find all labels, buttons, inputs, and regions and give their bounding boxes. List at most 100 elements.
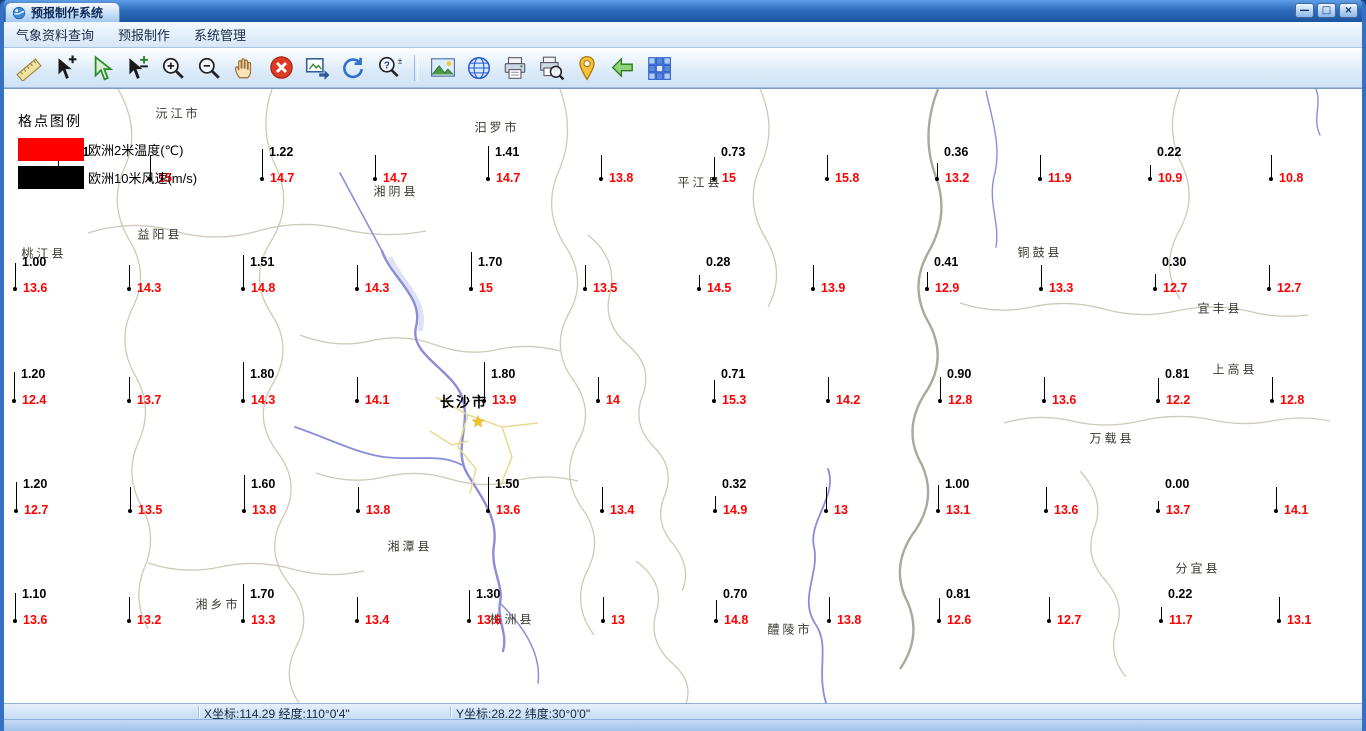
globe-icon[interactable] [462, 51, 496, 85]
temperature-label: 13.9 [821, 281, 846, 295]
temperature-label: 12.7 [1163, 281, 1188, 295]
station-dot [14, 509, 18, 513]
wind-barb [128, 377, 130, 401]
wind-speed-label: 1.22 [269, 145, 294, 159]
insert-image-icon[interactable] [426, 51, 460, 85]
wind-barb [1278, 597, 1280, 621]
svg-text:±: ± [398, 55, 402, 65]
wind-speed-label: 1.30 [476, 587, 501, 601]
temperature-label: 13.1 [1287, 613, 1312, 627]
temperature-label: 13.1 [946, 503, 971, 517]
statusbar-divider [450, 706, 452, 718]
station-dot [811, 287, 815, 291]
station-dot [467, 619, 471, 623]
legend-item-1: 欧洲2米温度(℃) [18, 138, 197, 161]
wind-speed-label: 0.73 [721, 145, 746, 159]
wind-barb [1271, 377, 1273, 401]
restore-button[interactable]: □ [1317, 3, 1336, 18]
wind-barb [470, 252, 472, 289]
temperature-label: 14.3 [365, 281, 390, 295]
grid-edit-icon[interactable] [642, 51, 676, 85]
wind-barb [356, 377, 358, 401]
station-dot [1159, 619, 1163, 623]
county-label: 平江县 [677, 175, 723, 190]
wind-speed-label: 1.10 [22, 587, 47, 601]
pan-icon[interactable] [228, 51, 262, 85]
wind-barb [487, 477, 489, 511]
zoom-out-icon[interactable] [192, 51, 226, 85]
svg-text:?: ? [384, 60, 390, 71]
wind-speed-label: 1.70 [250, 587, 275, 601]
county-label: 汨罗市 [474, 120, 520, 135]
station-dot [1156, 399, 1160, 403]
station-dot [1267, 287, 1271, 291]
station-dot [1156, 509, 1160, 513]
wind-barb [939, 377, 941, 401]
wind-barb [14, 593, 16, 621]
print-preview-icon[interactable] [534, 51, 568, 85]
temperature-label: 15 [722, 171, 736, 185]
measure-icon[interactable] [12, 51, 46, 85]
county-label: 醴陵市 [767, 622, 813, 637]
station-dot [355, 399, 359, 403]
wind-barb [713, 380, 715, 401]
legend-title: 格点图例 [18, 113, 82, 129]
temperature-label: 14.8 [724, 613, 749, 627]
wind-speed-label: 0.28 [706, 255, 731, 269]
wind-barb [1268, 265, 1270, 289]
wind-barb [374, 155, 376, 179]
export-map-icon[interactable] [300, 51, 334, 85]
legend-item-label: 欧洲2米温度(℃) [88, 143, 184, 158]
legend-swatch [18, 138, 84, 161]
wind-speed-label: 0.70 [723, 587, 748, 601]
minimize-button[interactable]: — [1295, 3, 1314, 18]
temperature-label: 13.6 [23, 613, 48, 627]
wind-barb [129, 487, 131, 511]
station-dot [1274, 509, 1278, 513]
select-zoom-icon[interactable] [120, 51, 154, 85]
station-dot [13, 287, 17, 291]
wind-barb [1275, 487, 1277, 511]
select-add-icon[interactable] [48, 51, 82, 85]
temperature-label: 14.8 [251, 281, 276, 295]
wind-barb [356, 265, 358, 289]
temperature-label: 12.8 [1280, 393, 1305, 407]
county-label: 上高县 [1212, 362, 1258, 377]
temperature-label: 14.1 [365, 393, 390, 407]
station-dot [599, 177, 603, 181]
wind-barb [825, 487, 827, 511]
close-button[interactable]: × [1339, 3, 1358, 18]
select-icon[interactable] [84, 51, 118, 85]
locate-icon[interactable] [570, 51, 604, 85]
print-icon[interactable] [498, 51, 532, 85]
wind-speed-label: 0.81 [946, 587, 971, 601]
back-icon[interactable] [606, 51, 640, 85]
map-canvas[interactable]: 格点图例 欧洲2米温度(℃) 欧洲10米风速(m/s) 沅江市 汨罗市 湘阴县 平江县益… [4, 88, 1362, 703]
wind-speed-label: 0.36 [944, 145, 969, 159]
station-dot [1039, 287, 1043, 291]
temperature-label: 10.9 [1158, 171, 1183, 185]
temperature-label: 12.7 [24, 503, 49, 517]
station-dot [128, 509, 132, 513]
station-dot [241, 619, 245, 623]
menu-item-1[interactable]: 气象资料查询 [16, 25, 94, 44]
menu-item-3[interactable]: 系统管理 [194, 25, 246, 44]
menu-item-2[interactable]: 预报制作 [118, 25, 170, 44]
station-dot [241, 287, 245, 291]
wind-speed-label: 1.00 [945, 477, 970, 491]
clear-icon[interactable] [264, 51, 298, 85]
wind-barb [15, 482, 17, 511]
wind-barb [357, 487, 359, 511]
identify-icon[interactable]: ? ± [372, 51, 406, 85]
wind-speed-label: 0.32 [722, 477, 747, 491]
wind-speed-label: 1.20 [21, 367, 46, 381]
temperature-label: 13.8 [252, 503, 277, 517]
county-label: 益阳县 [137, 227, 183, 242]
station-dot [356, 509, 360, 513]
temperature-label: 15.3 [722, 393, 747, 407]
refresh-icon[interactable] [336, 51, 370, 85]
station-dot [13, 619, 17, 623]
temperature-label: 13.6 [496, 503, 521, 517]
zoom-in-icon[interactable] [156, 51, 190, 85]
temperature-label: 14.7 [270, 171, 295, 185]
